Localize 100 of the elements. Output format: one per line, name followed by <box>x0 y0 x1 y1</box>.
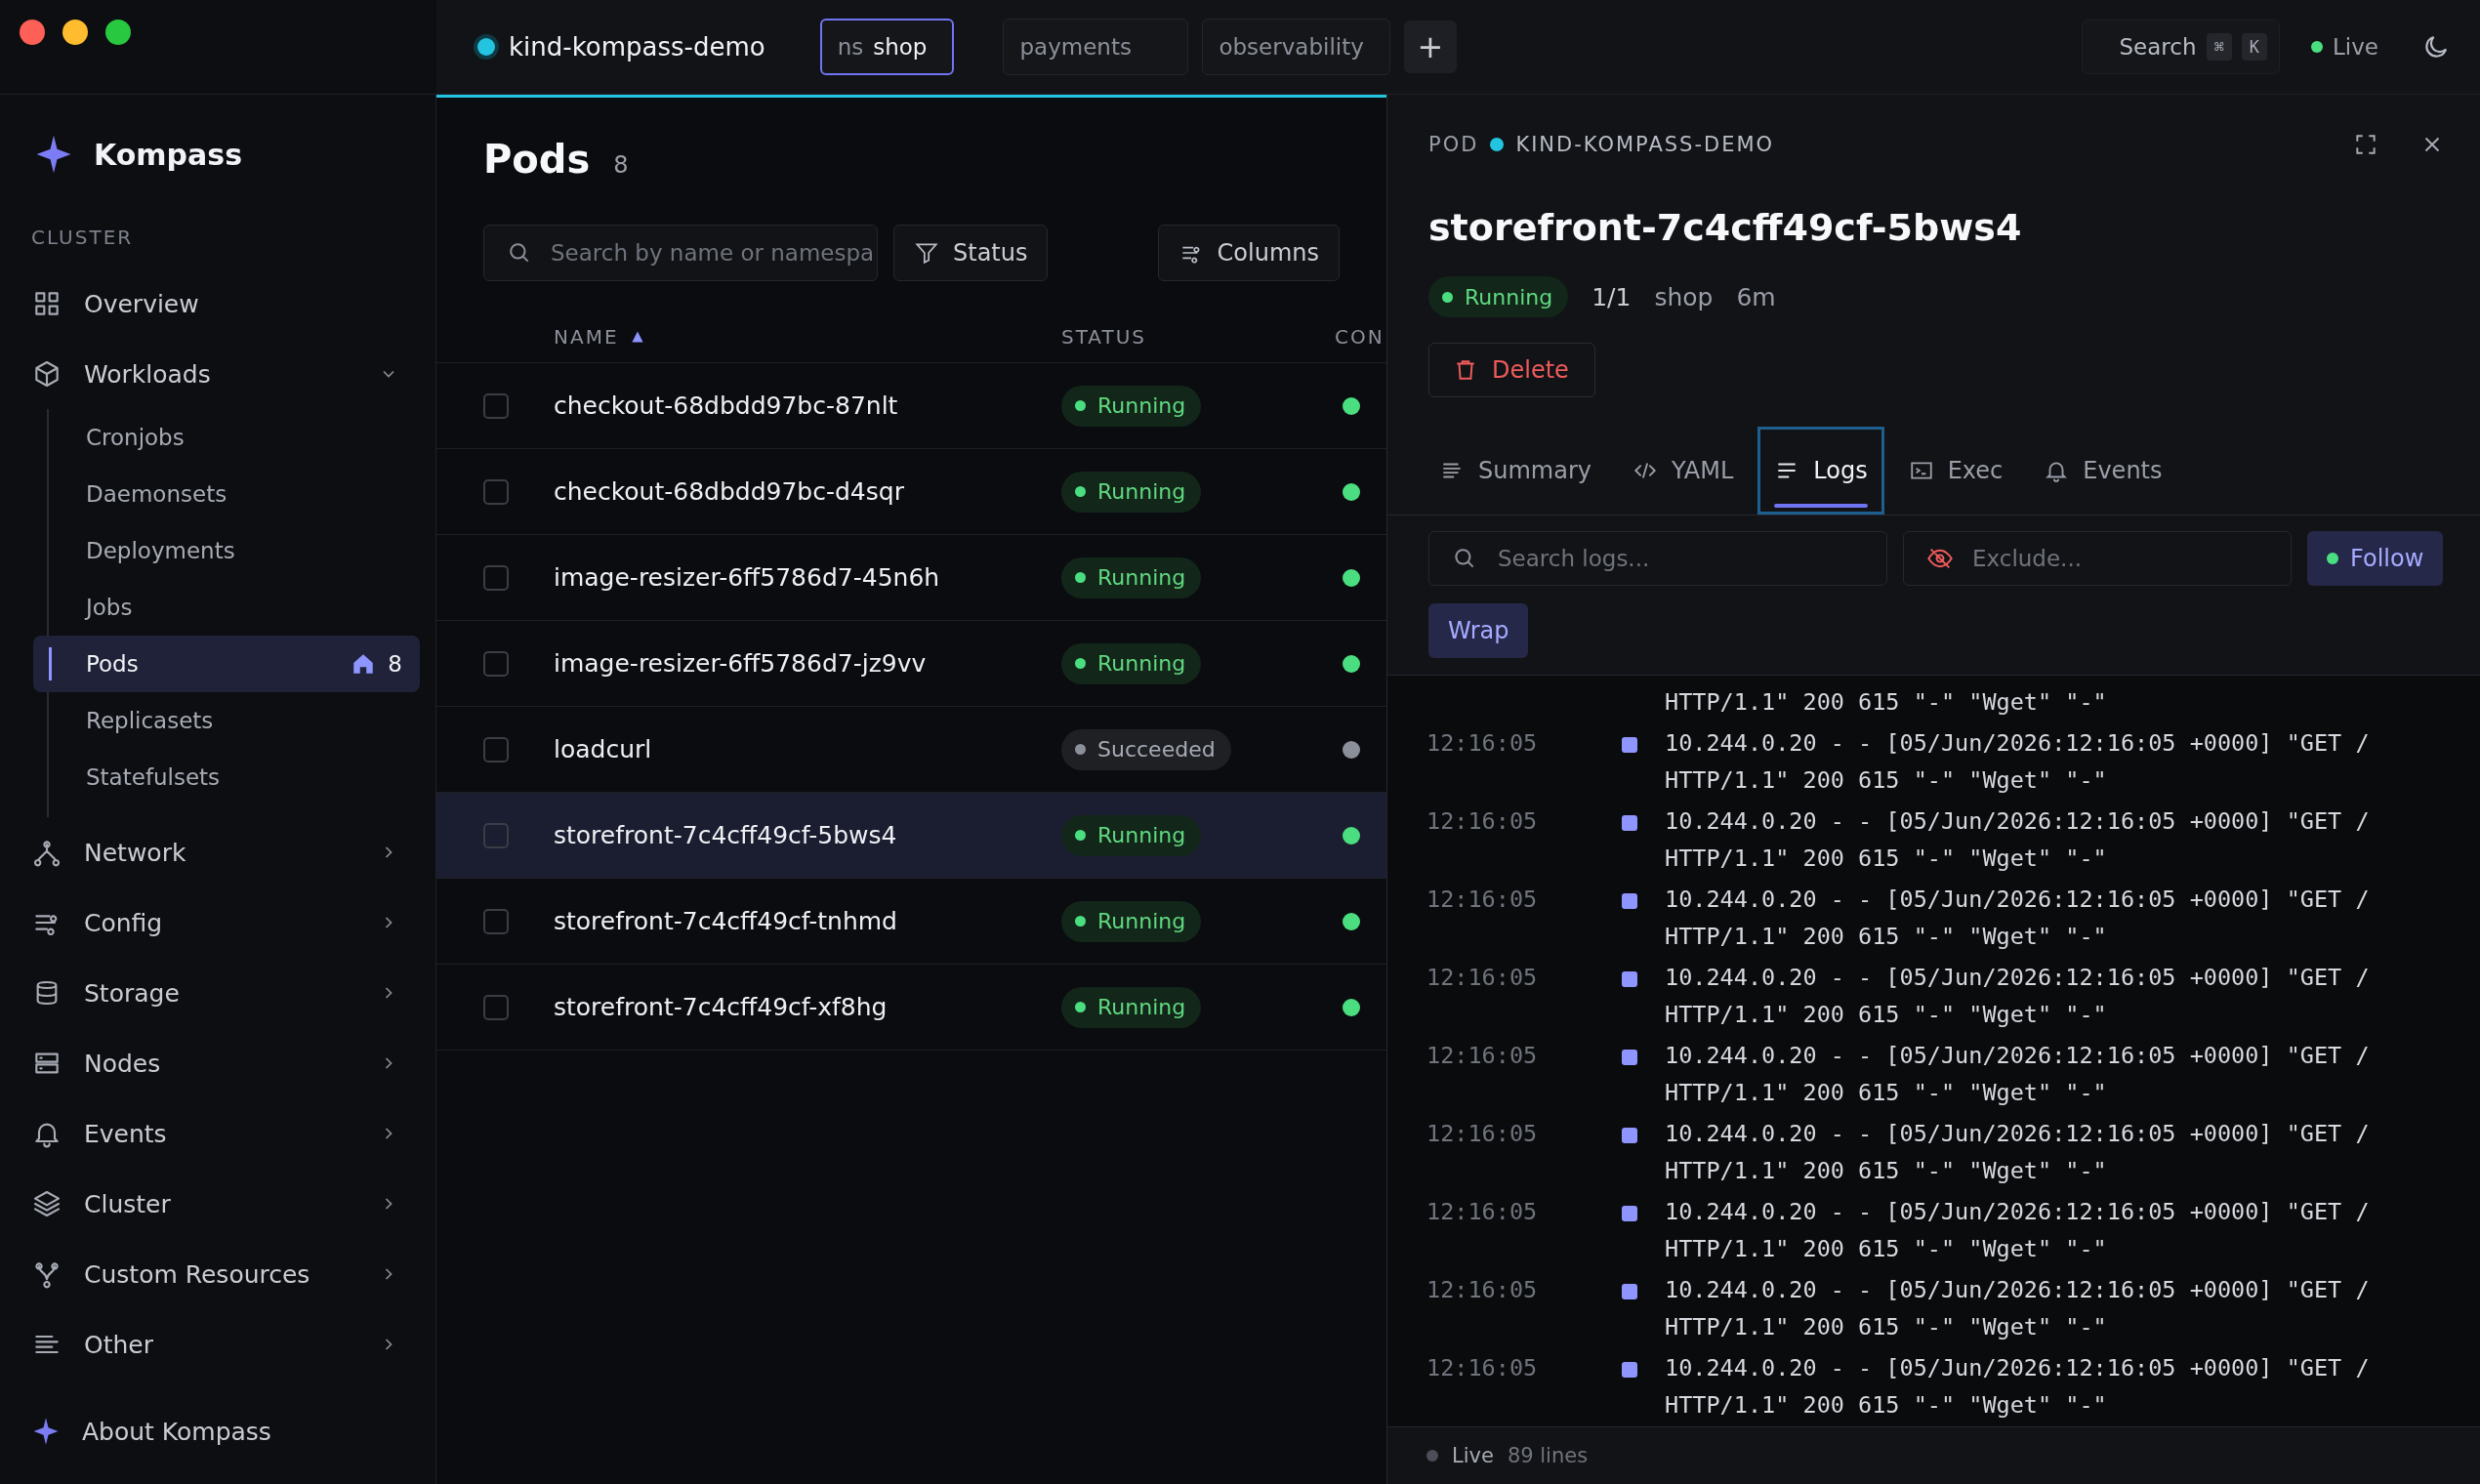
nav-subitem[interactable]: Cronjobs <box>33 409 420 466</box>
nav-subitem[interactable]: Deployments <box>33 522 420 579</box>
nav-item[interactable]: Cluster <box>16 1169 420 1239</box>
resource-kind: POD <box>1428 133 1479 156</box>
log-level-marker <box>1622 893 1637 909</box>
pod-name: loadcurl <box>554 735 653 763</box>
log-timestamp: 12:16:05 <box>1426 728 1539 759</box>
tab[interactable]: YAML <box>1616 427 1751 515</box>
exclude-field[interactable]: Exclude... <box>1903 531 2292 586</box>
row-checkbox[interactable] <box>483 994 509 1020</box>
row-checkbox[interactable] <box>483 392 509 419</box>
nav-subitem[interactable]: Pods 8 <box>33 636 420 692</box>
nav-subitem[interactable]: Daemonsets <box>33 466 420 522</box>
filter-icon <box>914 240 939 266</box>
nav-item[interactable]: Workloads <box>16 339 420 409</box>
search-button[interactable]: Search ⌘ K <box>2081 20 2281 74</box>
log-message: HTTP/1.1" 200 615 "-" "Wget" "-" <box>1665 687 2108 718</box>
log-timestamp: 12:16:05 <box>1426 1275 1539 1305</box>
app-name: Kompass <box>94 137 243 172</box>
log-timestamp: 12:16:05 <box>1426 806 1539 837</box>
live-label: Live <box>1452 1444 1494 1467</box>
wrap-toggle[interactable]: Wrap <box>1428 603 1529 658</box>
namespace-tab[interactable]: payments <box>1003 19 1189 75</box>
expand-icon[interactable] <box>2353 132 2378 157</box>
pod-name: checkout-68dbdd97bc-87nlt <box>554 392 899 420</box>
log-message: 10.244.0.20 - - [05/Jun/2026:12:16:05 +0000] "GET / HTTP/1.1" 200 615 "-" "Wget" "-" <box>1665 806 2371 874</box>
status-badge: Running <box>1428 276 1569 317</box>
tab[interactable]: Logs <box>1757 427 1884 515</box>
column-header[interactable]: CON <box>1335 324 1384 349</box>
log-timestamp: 12:16:05 <box>1426 1119 1539 1149</box>
table-row[interactable]: storefront-7c4cff49cf-xf8hg Running <box>436 965 1386 1051</box>
log-level-marker <box>1622 1206 1637 1221</box>
section-label: CLUSTER <box>30 225 135 251</box>
log-timestamp: 12:16:05 <box>1426 885 1539 915</box>
namespace-tab[interactable]: ns shop <box>819 19 955 75</box>
layers-icon <box>31 1188 62 1219</box>
nav-subitem[interactable]: Jobs <box>33 579 420 636</box>
pod-name: storefront-7c4cff49cf-tnhmd <box>554 907 898 935</box>
row-checkbox[interactable] <box>483 564 509 591</box>
pod-count: 8 <box>388 651 402 677</box>
table-row[interactable]: image-resizer-6ff5786d7-jz9vv Running <box>436 621 1386 707</box>
table-row[interactable]: checkout-68dbdd97bc-d4sqr Running <box>436 449 1386 535</box>
table-row[interactable]: storefront-7c4cff49cf-tnhmd Running <box>436 879 1386 965</box>
nav-item[interactable]: Network <box>16 817 420 887</box>
table-row[interactable]: checkout-68dbdd97bc-87nlt Running <box>436 363 1386 449</box>
namespace-label: shop <box>1654 282 1714 311</box>
search-field[interactable]: Search by name or namespa <box>483 225 878 281</box>
nav-item[interactable]: Other <box>16 1309 420 1380</box>
line-count: 89 lines <box>1507 1444 1589 1467</box>
columns-button[interactable]: Columns <box>1157 225 1340 281</box>
follow-toggle[interactable]: Follow <box>2307 531 2444 586</box>
row-checkbox[interactable] <box>483 822 509 848</box>
minimize-window-button[interactable] <box>62 20 88 45</box>
tab[interactable]: Events <box>2027 427 2179 515</box>
table-row[interactable]: storefront-7c4cff49cf-5bws4 Running <box>436 793 1386 879</box>
nav-item[interactable]: Custom Resources <box>16 1239 420 1309</box>
log-search-field[interactable]: Search logs... <box>1428 531 1887 586</box>
pod-count: 8 <box>613 151 629 179</box>
container-status-dot <box>1343 912 1360 930</box>
live-indicator: Live <box>2311 34 2378 60</box>
maximize-window-button[interactable] <box>105 20 131 45</box>
add-namespace-button[interactable]: + <box>1403 21 1457 73</box>
row-checkbox[interactable] <box>483 478 509 505</box>
about-link[interactable]: About Kompass <box>16 1396 420 1466</box>
column-header[interactable]: STATUS <box>1061 324 1335 349</box>
pod-name: storefront-7c4cff49cf-xf8hg <box>554 993 889 1021</box>
status-badge: Running <box>1061 986 1202 1028</box>
log-timestamp: 12:16:05 <box>1426 1197 1539 1227</box>
status-badge: Running <box>1061 556 1202 598</box>
nav-subitem[interactable]: Statefulsets <box>33 749 420 805</box>
nav-item[interactable]: Storage <box>16 958 420 1028</box>
log-message: 10.244.0.20 - - [05/Jun/2026:12:16:05 +0000] "GET / HTTP/1.1" 200 615 "-" "Wget" "-" <box>1665 728 2371 796</box>
nav-subitem[interactable]: Replicasets <box>33 692 420 749</box>
status-badge: Running <box>1061 814 1202 856</box>
namespace-tab[interactable]: observability <box>1202 19 1390 75</box>
container-status-dot <box>1343 740 1360 759</box>
cluster-name: KIND-KOMPASS-DEMO <box>1515 133 1775 156</box>
nav-item[interactable]: Overview <box>16 268 420 339</box>
log-level-marker <box>1622 971 1637 987</box>
table-row[interactable]: image-resizer-6ff5786d7-45n6h Running <box>436 535 1386 621</box>
close-window-button[interactable] <box>20 20 45 45</box>
row-checkbox[interactable] <box>483 736 509 763</box>
pod-name: storefront-7c4cff49cf-5bws4 <box>554 821 898 849</box>
log-message: 10.244.0.20 - - [05/Jun/2026:12:16:05 +0000] "GET / HTTP/1.1" 200 615 "-" "Wget" "-" <box>1665 1197 2371 1264</box>
column-header[interactable]: NAME <box>554 324 1061 349</box>
tab[interactable]: Summary <box>1423 427 1608 515</box>
nav-item[interactable]: Nodes <box>16 1028 420 1098</box>
log-level-marker <box>1622 815 1637 831</box>
log-level-marker <box>1622 1050 1637 1065</box>
status-filter-button[interactable]: Status <box>893 225 1049 281</box>
nav-item[interactable]: Config <box>16 887 420 958</box>
cluster-selector[interactable]: kind-kompass-demo <box>472 31 771 62</box>
container-status-dot <box>1343 998 1360 1016</box>
nav-item[interactable]: Events <box>16 1098 420 1169</box>
row-checkbox[interactable] <box>483 908 509 934</box>
tab[interactable]: Exec <box>1891 427 2020 515</box>
row-checkbox[interactable] <box>483 650 509 677</box>
log-timestamp: 12:16:05 <box>1426 963 1539 993</box>
delete-button[interactable]: Delete <box>1428 343 1595 397</box>
container-status-dot <box>1343 568 1360 587</box>
